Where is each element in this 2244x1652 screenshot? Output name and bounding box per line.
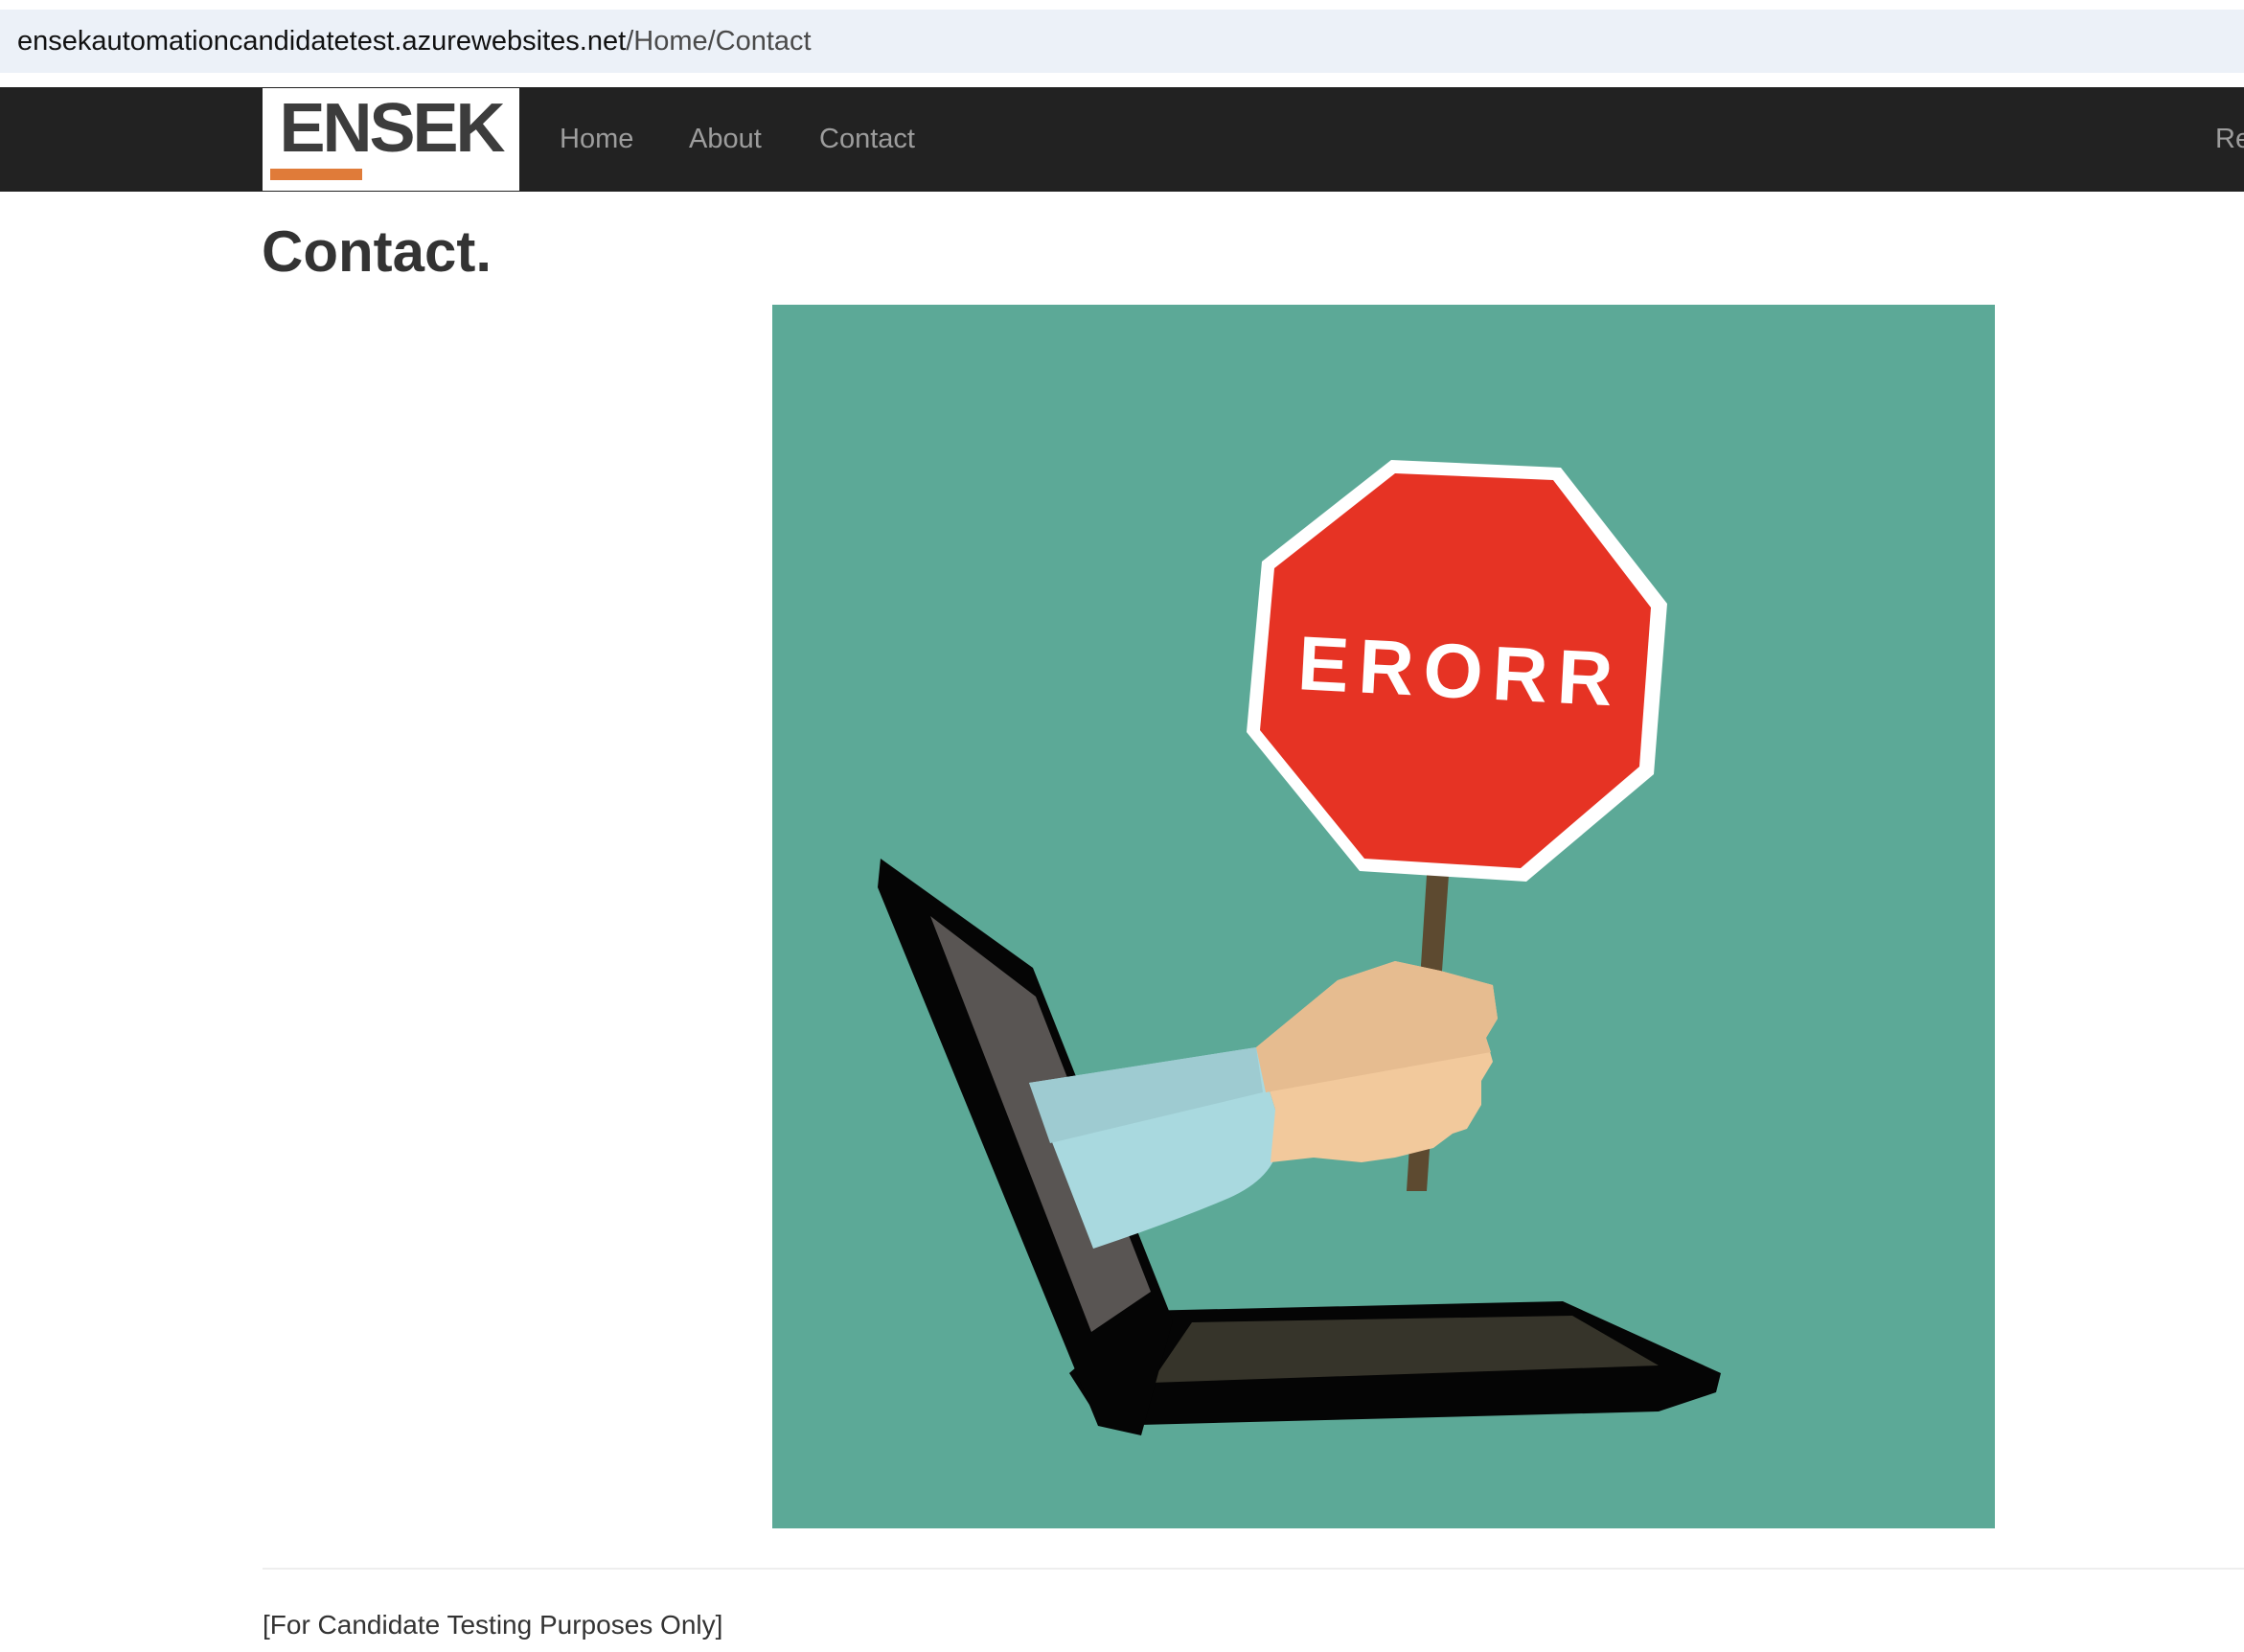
url-path: /Home/Contact: [626, 25, 812, 57]
footer-text: [For Candidate Testing Purposes Only]: [263, 1610, 723, 1640]
logo-accent-bar: [270, 169, 362, 180]
nav-home-link[interactable]: Home: [560, 87, 633, 192]
page-title: Contact.: [262, 219, 492, 284]
ensek-logo[interactable]: ENSEK: [263, 88, 519, 191]
address-bar[interactable]: ensekautomationcandidatetest.azurewebsit…: [0, 10, 2244, 73]
nav-register-link[interactable]: Re: [2215, 87, 2244, 192]
nav-contact-link[interactable]: Contact: [819, 87, 915, 192]
stop-sign-text: ERORR: [1295, 620, 1624, 723]
url-text[interactable]: ensekautomationcandidatetest.azurewebsit…: [17, 26, 812, 57]
logo-wordmark: ENSEK: [279, 90, 505, 167]
navbar: ENSEK Home About Contact Re: [0, 87, 2244, 192]
footer-divider: [263, 1568, 2244, 1570]
nav-about-link[interactable]: About: [689, 87, 762, 192]
error-illustration: ERORR: [772, 305, 1995, 1528]
url-host: ensekautomationcandidatetest.azurewebsit…: [17, 25, 627, 57]
